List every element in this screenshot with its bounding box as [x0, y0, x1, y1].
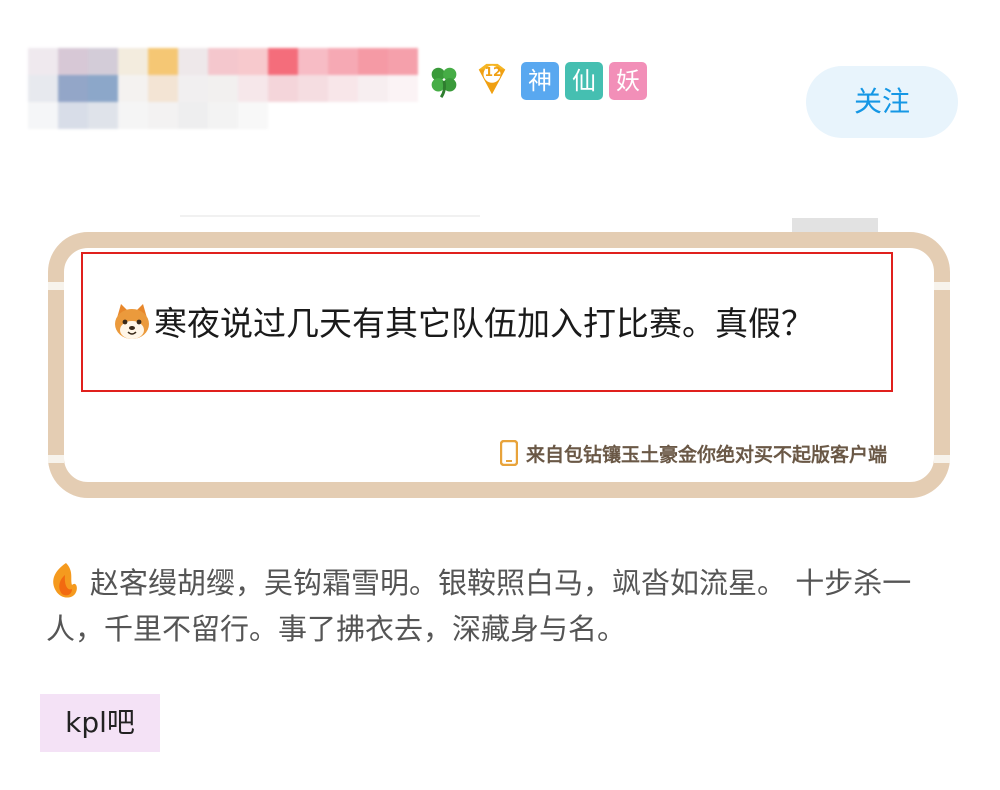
- post-content[interactable]: 寒夜说过几天有其它队伍加入打比赛。真假？: [112, 300, 872, 348]
- level-badge: 12: [473, 62, 521, 100]
- frame-notch: [934, 282, 950, 290]
- pixel-block: [238, 75, 268, 102]
- post-screen: 12 神 仙 妖 关注 寒夜说过几天有其它队伍加入打比赛。真假？ 来自包钻镶玉土…: [0, 0, 1000, 790]
- pixel-block: [328, 102, 358, 129]
- pixel-block: [268, 48, 298, 75]
- pixel-block: [178, 75, 208, 102]
- frame-notch: [48, 282, 64, 290]
- pixel-block: [268, 102, 298, 129]
- divider: [180, 215, 480, 217]
- flame-icon: [53, 563, 77, 598]
- pixel-block: [388, 75, 418, 102]
- pixel-block: [148, 102, 178, 129]
- pixel-block: [238, 102, 268, 129]
- frame-notch: [48, 455, 64, 463]
- username-pixelated[interactable]: [28, 48, 423, 138]
- badge-row: 12 神 仙 妖: [425, 62, 653, 100]
- follow-button[interactable]: 关注: [806, 66, 958, 138]
- shiba-emoji-icon: [115, 304, 149, 339]
- pixel-block: [118, 102, 148, 129]
- pixel-block: [298, 48, 328, 75]
- pixel-block: [28, 75, 58, 102]
- pixel-block: [358, 75, 388, 102]
- pixel-block: [358, 102, 388, 129]
- pixel-block: [208, 48, 238, 75]
- pixel-block: [358, 48, 388, 75]
- title-badge-shen: 神: [521, 62, 559, 100]
- pixel-block: [208, 75, 238, 102]
- title-badge-xian: 仙: [565, 62, 603, 100]
- pixel-block: [148, 75, 178, 102]
- pixel-block: [268, 75, 298, 102]
- phone-icon: [500, 440, 518, 466]
- pixel-block: [298, 102, 328, 129]
- title-badge-yao: 妖: [609, 62, 647, 100]
- level-number: 12: [484, 65, 502, 79]
- pixel-block: [148, 48, 178, 75]
- pixel-block: [58, 75, 88, 102]
- pixel-block: [118, 75, 148, 102]
- pixel-block: [328, 48, 358, 75]
- clover-icon: [431, 67, 457, 98]
- forum-tag[interactable]: kpl吧: [40, 694, 160, 752]
- pixel-block: [28, 48, 58, 75]
- pixel-block: [118, 48, 148, 75]
- pixel-block: [208, 102, 238, 129]
- pixel-block: [88, 75, 118, 102]
- signature-text: 赵客缦胡缨，吴钩霜雪明。银鞍照白马，飒沓如流星。 十步杀一人，千里不留行。事了拂…: [46, 566, 912, 646]
- pixel-block: [178, 48, 208, 75]
- pixel-block: [298, 75, 328, 102]
- client-source: 来自包钻镶玉土豪金你绝对买不起版客户端: [500, 440, 887, 466]
- pixel-block: [388, 48, 418, 75]
- pixel-block: [328, 75, 358, 102]
- pixel-block: [238, 48, 268, 75]
- card-tab: [792, 218, 878, 232]
- post-text: 寒夜说过几天有其它队伍加入打比赛。真假？: [154, 304, 814, 343]
- pixel-block: [88, 48, 118, 75]
- pixel-block: [178, 102, 208, 129]
- user-signature: 赵客缦胡缨，吴钩霜雪明。银鞍照白马，飒沓如流星。 十步杀一人，千里不留行。事了拂…: [46, 560, 966, 652]
- client-source-text: 来自包钻镶玉土豪金你绝对买不起版客户端: [526, 443, 888, 466]
- pixel-block: [58, 48, 88, 75]
- pixel-block: [58, 102, 88, 129]
- pixel-block: [28, 102, 58, 129]
- pixel-block: [388, 102, 418, 129]
- pixel-block: [88, 102, 118, 129]
- frame-notch: [934, 455, 950, 463]
